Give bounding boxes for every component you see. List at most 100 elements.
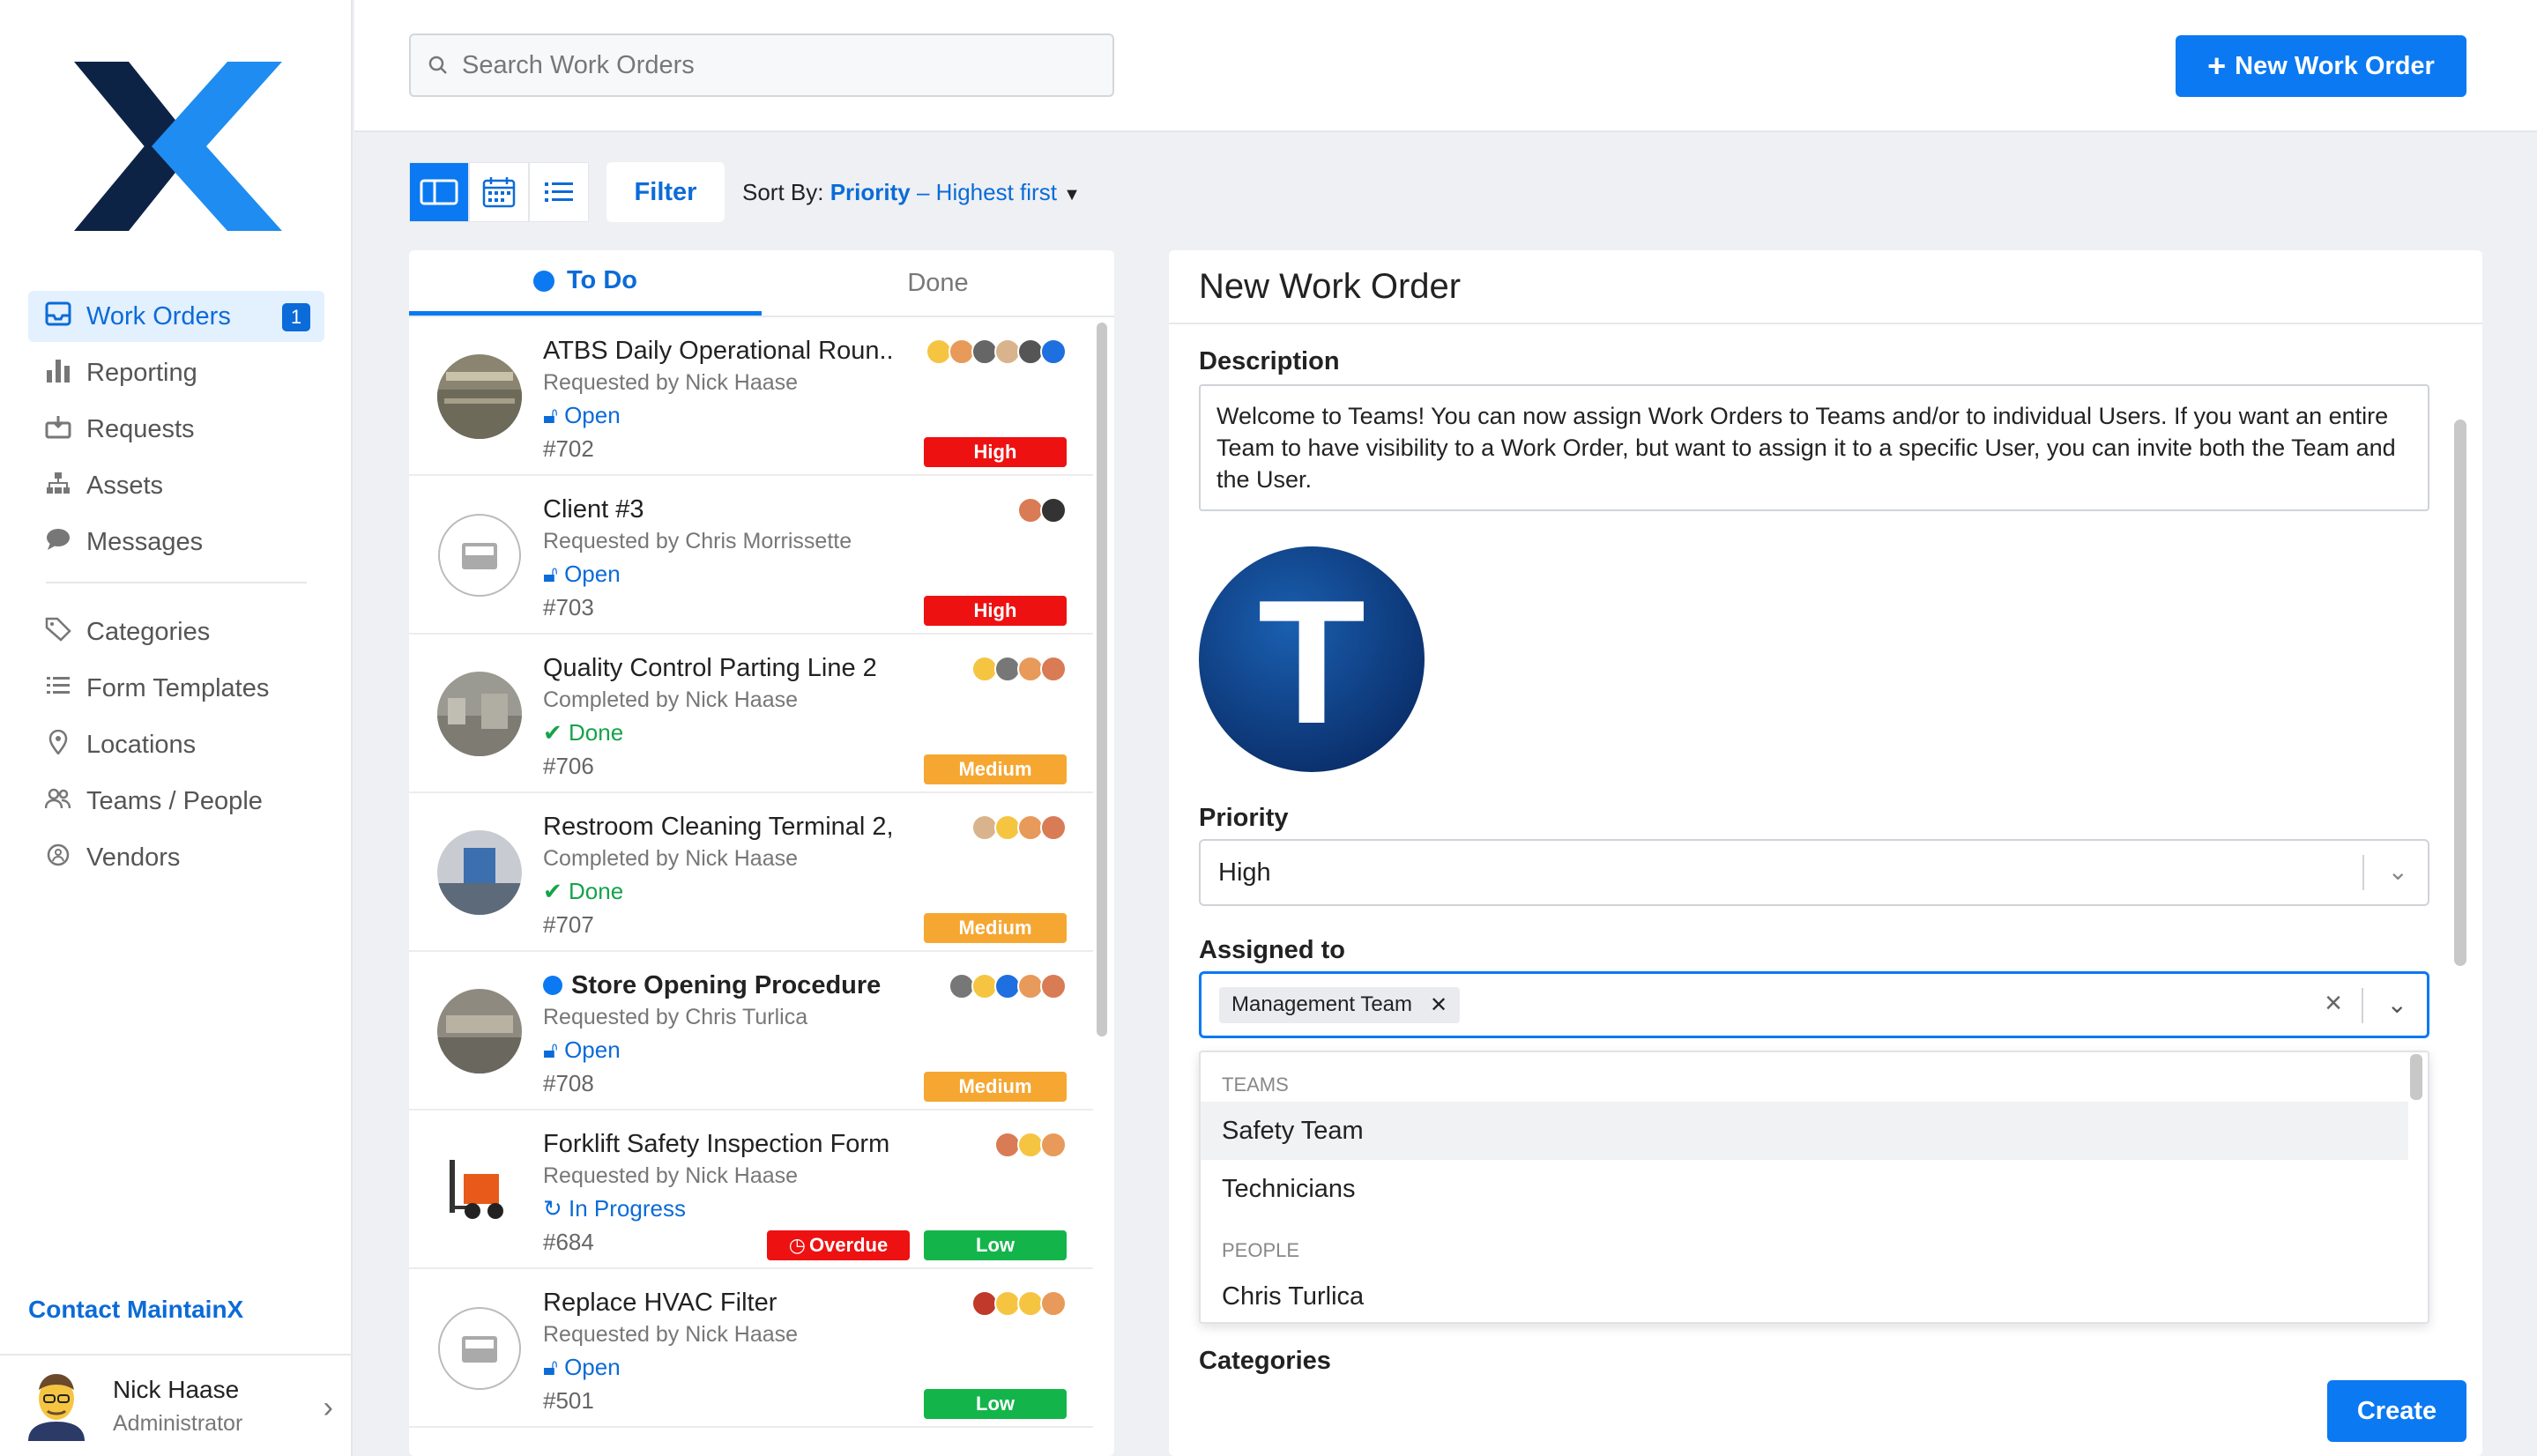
chevron-right-icon[interactable]: › — [324, 1391, 333, 1425]
option-technicians[interactable]: Technicians — [1201, 1160, 2408, 1218]
chat-icon — [41, 527, 76, 558]
sidebar-item-teams-people[interactable]: Teams / People — [28, 776, 324, 827]
chevron-down-icon[interactable]: ⌄ — [2387, 990, 2407, 1019]
tab-to-do[interactable]: To Do — [409, 250, 762, 316]
sort-field: Priority — [830, 178, 911, 205]
tab-done[interactable]: Done — [762, 250, 1114, 316]
list-icon — [545, 182, 573, 202]
sidebar-item-label: Teams / People — [86, 786, 263, 815]
assignee-avatars — [971, 1290, 1067, 1317]
sidebar-item-work-orders[interactable]: Work Orders 1 — [28, 291, 324, 342]
work-order-photo — [437, 354, 522, 439]
checkmark-icon: ✔ — [543, 878, 569, 904]
sidebar-item-requests[interactable]: Requests — [28, 404, 324, 455]
unlock-icon: 🔓︎ — [543, 1354, 565, 1380]
assigned-to-select[interactable]: Management Team ✕ × ⌄ — [1199, 971, 2429, 1038]
overdue-badge: ◷ Overdue — [767, 1230, 910, 1260]
list-item[interactable]: Replace HVAC Filter Requested by Nick Ha… — [409, 1269, 1093, 1428]
priority-badge: Medium — [924, 1072, 1067, 1102]
work-order-title: Restroom Cleaning Terminal 2, G... — [543, 813, 896, 841]
dropdown-group-people: PEOPLE — [1222, 1239, 1300, 1261]
sidebar-item-label: Categories — [86, 617, 211, 646]
option-chris-turlica[interactable]: Chris Turlica — [1201, 1267, 2408, 1322]
assignee-avatars — [1017, 497, 1067, 524]
work-order-number: #501 — [543, 1387, 594, 1414]
description-textarea[interactable]: Welcome to Teams! You can now assign Wor… — [1199, 384, 2429, 511]
avatar — [1040, 814, 1067, 841]
description-label: Description — [1199, 347, 1340, 375]
sidebar-item-label: Reporting — [86, 358, 197, 387]
priority-select[interactable]: High ⌄ — [1199, 839, 2429, 906]
priority-label: Priority — [1199, 804, 1289, 832]
list-item[interactable]: Client #3 Requested by Chris Morrissette… — [409, 476, 1093, 635]
people-icon — [41, 786, 76, 817]
dropdown-group-teams: TEAMS — [1222, 1073, 1289, 1096]
dropdown-scrollbar[interactable] — [2410, 1054, 2422, 1100]
status-done: ✔ Done — [543, 878, 624, 904]
sidebar-item-vendors[interactable]: Vendors — [28, 832, 324, 883]
sidebar-item-assets[interactable]: Assets — [28, 460, 324, 511]
clear-icon[interactable]: × — [2325, 986, 2342, 1021]
user-profile[interactable]: Nick Haase Administrator › — [0, 1354, 353, 1456]
work-order-requester: Requested by Nick Haase — [543, 1163, 799, 1188]
sort-order: – Highest first — [916, 178, 1057, 205]
list-scrollbar[interactable] — [1097, 323, 1107, 1036]
sidebar-item-locations[interactable]: Locations — [28, 719, 324, 770]
list-view-button[interactable] — [529, 162, 589, 222]
search-input[interactable]: Search Work Orders — [409, 33, 1114, 97]
sort-dropdown[interactable]: Sort By: Priority – Highest first ▼ — [742, 179, 1081, 206]
hierarchy-icon — [41, 471, 76, 501]
calendar-icon — [482, 177, 516, 208]
sidebar-item-label: Vendors — [86, 843, 181, 872]
todo-dot-icon — [533, 270, 554, 292]
chevron-down-icon[interactable]: ⌄ — [2388, 857, 2408, 886]
sidebar-item-reporting[interactable]: Reporting — [28, 347, 324, 398]
list-item[interactable]: Forklift Safety Inspection Form Requeste… — [409, 1111, 1093, 1269]
unlock-icon: 🔓︎ — [543, 1036, 565, 1063]
sidebar-item-label: Work Orders — [86, 301, 231, 331]
inbox-icon — [41, 301, 76, 332]
contact-link[interactable]: Contact MaintainX — [28, 1296, 243, 1324]
new-work-order-button[interactable]: + New Work Order — [2176, 35, 2466, 97]
sidebar-item-label: Requests — [86, 414, 195, 443]
option-safety-team[interactable]: Safety Team — [1201, 1102, 2408, 1160]
list-item[interactable]: Quality Control Parting Line 2 Completed… — [409, 635, 1093, 793]
team-logo-letter: T — [1258, 564, 1365, 761]
unread-dot-icon — [543, 976, 562, 995]
work-order-title: Client #3 — [543, 495, 644, 524]
sidebar: Work Orders 1 Reporting Requests Assets … — [0, 0, 353, 1456]
sidebar-item-messages[interactable]: Messages — [28, 516, 324, 568]
priority-value: High — [1218, 858, 1271, 887]
list-tabs: To Do Done — [409, 250, 1114, 317]
assignee-avatars — [994, 1132, 1067, 1158]
clock-icon: ◷ — [788, 1234, 806, 1256]
sidebar-item-label: Assets — [86, 471, 164, 500]
maintainx-logo[interactable] — [74, 62, 282, 231]
user-role: Administrator — [113, 1410, 243, 1436]
team-logo[interactable]: T — [1199, 546, 1425, 772]
assignee-chip: Management Team ✕ — [1219, 986, 1461, 1023]
work-order-number: #708 — [543, 1070, 594, 1096]
search-placeholder: Search Work Orders — [462, 50, 695, 79]
list-item[interactable]: Store Opening Procedure Requested by Chr… — [409, 952, 1093, 1111]
work-order-requester: Requested by Nick Haase — [543, 1322, 799, 1347]
sidebar-item-categories[interactable]: Categories — [28, 606, 324, 657]
create-button[interactable]: Create — [2327, 1380, 2466, 1442]
split-view-button[interactable] — [409, 162, 469, 222]
request-inbox-icon — [41, 414, 76, 445]
new-work-order-label: New Work Order — [2235, 51, 2435, 80]
avatar — [1040, 497, 1067, 524]
list-icon — [41, 673, 76, 704]
tag-icon — [41, 617, 76, 648]
work-order-requester: Requested by Nick Haase — [543, 370, 799, 395]
calendar-view-button[interactable] — [469, 162, 529, 222]
status-open: 🔓︎ Open — [543, 402, 621, 428]
list-item[interactable]: ATBS Daily Operational Roun... Requested… — [409, 317, 1093, 476]
inbox-placeholder-icon — [438, 514, 521, 597]
panel-scrollbar[interactable] — [2454, 420, 2466, 966]
list-item[interactable]: Restroom Cleaning Terminal 2, G... Compl… — [409, 793, 1093, 952]
sidebar-item-form-templates[interactable]: Form Templates — [28, 663, 324, 714]
filter-button[interactable]: Filter — [606, 162, 725, 222]
priority-badge: High — [924, 596, 1067, 626]
remove-chip-icon[interactable]: ✕ — [1430, 992, 1447, 1018]
